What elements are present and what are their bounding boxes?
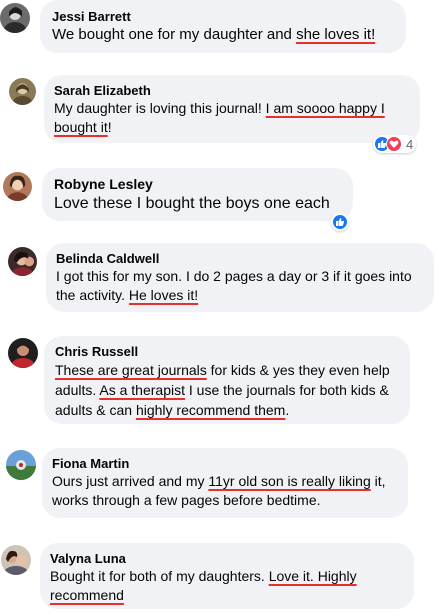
profile-photo-icon <box>9 78 36 105</box>
comment-bubble: Robyne Lesley Love these I bought the bo… <box>42 168 353 221</box>
comment-author[interactable]: Sarah Elizabeth <box>54 83 410 99</box>
avatar[interactable] <box>6 450 36 480</box>
comment-author[interactable]: Robyne Lesley <box>54 176 341 193</box>
comment-author[interactable]: Valyna Luna <box>50 550 404 567</box>
avatar[interactable] <box>9 78 36 105</box>
reactions-summary[interactable]: 4 <box>373 135 417 153</box>
comment-bubble: Jessi Barrett We bought one for my daugh… <box>40 0 406 53</box>
profile-photo-icon <box>8 247 37 276</box>
comment-text: Love these I bought the boys one each <box>54 195 330 212</box>
comment-bubble: Fiona Martin Ours just arrived and my 11… <box>42 448 408 518</box>
profile-photo-icon <box>8 338 38 368</box>
profile-photo-icon <box>3 172 32 201</box>
comment-text: I got this for my son. I do 2 pages a da… <box>56 268 412 303</box>
comment-author[interactable]: Jessi Barrett <box>52 8 394 25</box>
comment-author[interactable]: Belinda Caldwell <box>56 251 424 267</box>
comment-text: Ours just arrived and my 11yr old son is… <box>52 473 386 508</box>
comment-bubble: Chris Russell These are great journals f… <box>44 336 410 424</box>
avatar[interactable] <box>0 3 30 33</box>
comment-text: Bought it for both of my daughters. Love… <box>50 568 357 603</box>
love-icon <box>386 136 402 152</box>
avatar[interactable] <box>3 172 32 201</box>
comment-bubble: Sarah Elizabeth My daughter is loving th… <box>44 75 420 143</box>
comment-text: These are great journals for kids & yes … <box>55 362 390 418</box>
comment-author[interactable]: Chris Russell <box>55 343 399 360</box>
profile-photo-icon <box>0 3 30 33</box>
comment-bubble: Valyna Luna Bought it for both of my dau… <box>40 543 414 609</box>
profile-photo-icon <box>6 450 36 480</box>
comment-text: My daughter is loving this journal! I am… <box>54 100 385 135</box>
reaction-count: 4 <box>406 136 414 152</box>
avatar[interactable] <box>1 545 31 575</box>
avatar[interactable] <box>8 338 38 368</box>
profile-photo-icon <box>1 545 31 575</box>
like-icon <box>332 214 348 230</box>
comment-bubble: Belinda Caldwell I got this for my son. … <box>46 243 434 312</box>
reactions-summary[interactable] <box>331 213 349 231</box>
avatar[interactable] <box>8 247 37 276</box>
comment-author[interactable]: Fiona Martin <box>52 455 398 472</box>
comment-text: We bought one for my daughter and she lo… <box>52 26 376 43</box>
